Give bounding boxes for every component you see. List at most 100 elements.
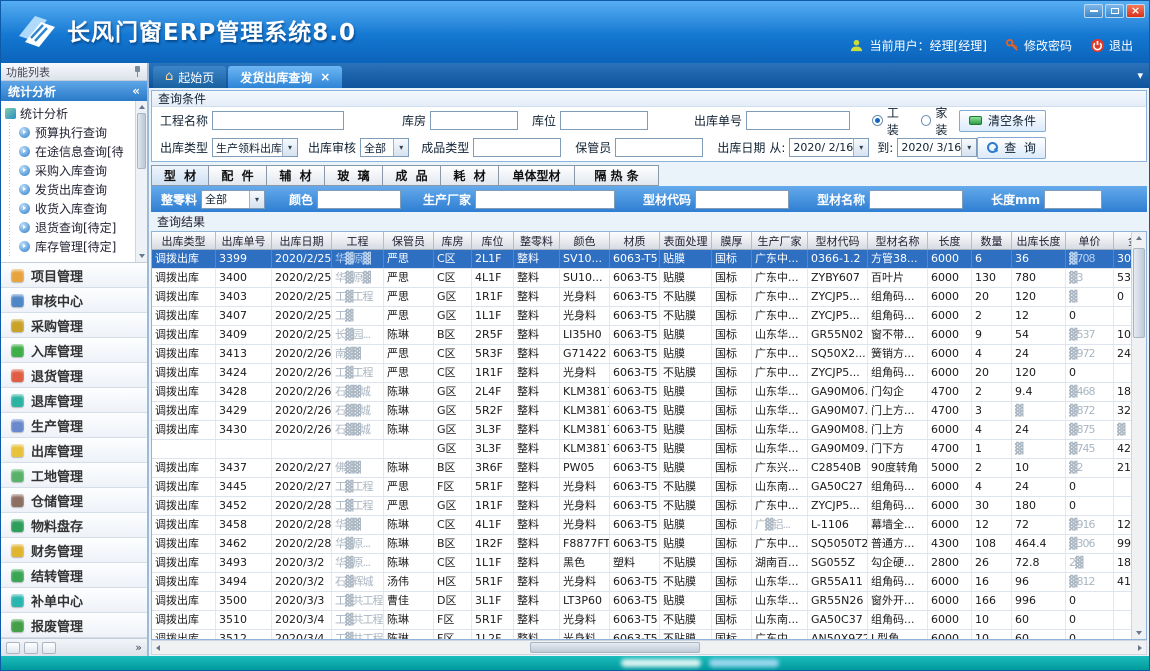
order-no-input[interactable] <box>746 111 850 130</box>
tab-start-page[interactable]: ⌂ 起始页 <box>153 66 226 88</box>
vertical-scrollbar[interactable] <box>1131 232 1146 639</box>
table-row[interactable]: 调拨出库34242020/2/26工▓工程严思C区1R1F整料光身料6063-T… <box>152 364 1131 383</box>
product-type-input[interactable] <box>473 138 561 157</box>
keeper-input[interactable] <box>615 138 703 157</box>
material-tab[interactable]: 玻 璃 <box>325 165 383 186</box>
clear-conditions-button[interactable]: 清空条件 <box>959 110 1046 132</box>
material-tab[interactable]: 耗 材 <box>441 165 499 186</box>
column-header[interactable]: 出库日期 <box>272 232 332 249</box>
audit-select[interactable]: 全部 ▾ <box>360 138 409 157</box>
footer-tool-button-2[interactable] <box>24 642 38 654</box>
column-header[interactable]: 工程 <box>332 232 384 249</box>
footer-tool-button-1[interactable] <box>6 642 20 654</box>
footer-tool-button-3[interactable] <box>42 642 56 654</box>
tree-item[interactable]: 收货入库查询 <box>19 199 135 218</box>
table-row[interactable]: 调拨出库34072020/2/25工▓严思G区1L1F整料光身料6063-T5不… <box>152 307 1131 326</box>
column-header[interactable]: 数量 <box>972 232 1012 249</box>
table-row[interactable]: 调拨出库34372020/2/27佛▓▓陈琳B区3R6F整料PW056063-T… <box>152 459 1131 478</box>
table-row[interactable]: 调拨出库34282020/2/26石▓▓城陈琳G区2L4F整料KLM381760… <box>152 383 1131 402</box>
warehouse-input[interactable] <box>430 111 518 130</box>
column-header[interactable]: 保管员 <box>384 232 434 249</box>
out-type-select[interactable]: 生产领料出库 ▾ <box>212 138 298 157</box>
table-row[interactable]: G区3L3F整料KLM38176063-T5贴膜国标山东华...GA90M09.… <box>152 440 1131 459</box>
table-row[interactable]: 调拨出库34522020/2/28工▓工程严思G区1R1F整料光身料6063-T… <box>152 497 1131 516</box>
date-from-picker[interactable]: 2020/ 2/16 ▾ <box>789 138 869 157</box>
column-header[interactable]: 库房 <box>434 232 472 249</box>
table-row[interactable]: 调拨出库34292020/2/26石▓▓城陈琳G区5R2F整料KLM381760… <box>152 402 1131 421</box>
footer-more-icon[interactable]: » <box>135 641 142 654</box>
sidebar-menu-item[interactable]: 入库管理 <box>1 338 147 363</box>
sidebar-menu-item[interactable]: 审核中心 <box>1 288 147 313</box>
sidebar-menu-item[interactable]: 仓储管理 <box>1 488 147 513</box>
sidebar-menu-item[interactable]: 结转管理 <box>1 563 147 588</box>
sidebar-menu-item[interactable]: 财务管理 <box>1 538 147 563</box>
material-tab[interactable]: 辅 材 <box>267 165 325 186</box>
table-row[interactable]: 调拨出库34032020/2/25工▓工程严思G区1R1F整料光身料6063-T… <box>152 288 1131 307</box>
column-header[interactable]: 单价 <box>1066 232 1114 249</box>
tree-scrollbar[interactable] <box>135 101 147 262</box>
tree-item[interactable]: 库存管理[待定] <box>19 237 135 256</box>
column-header[interactable]: 整零料 <box>514 232 560 249</box>
table-row[interactable]: 调拨出库34452020/2/27工▓工程严思F区5R1F整料光身料6063-T… <box>152 478 1131 497</box>
change-password-button[interactable]: 修改密码 <box>1005 37 1072 54</box>
sidebar-menu-item[interactable]: 退货管理 <box>1 363 147 388</box>
tree-item[interactable]: 退货查询[待定] <box>19 218 135 237</box>
material-tab[interactable]: 配 件 <box>209 165 267 186</box>
location-input[interactable] <box>560 111 648 130</box>
profile-name-input[interactable] <box>869 190 963 209</box>
tree-item[interactable]: 发货出库查询 <box>19 180 135 199</box>
table-row[interactable]: 调拨出库35102020/3/4工▓共工程陈琳F区5R1F整料光身料6063-T… <box>152 611 1131 630</box>
gongzhuang-radio[interactable] <box>872 115 883 126</box>
chevron-down-icon[interactable]: ▾ <box>961 139 976 156</box>
table-row[interactable]: 调拨出库35002020/3/3工▓共工程曹佳D区3L1F整料LT3P60606… <box>152 592 1131 611</box>
chevron-down-icon[interactable]: ▾ <box>393 139 408 156</box>
date-to-picker[interactable]: 2020/ 3/16 ▾ <box>897 138 977 157</box>
sidebar-menu-item[interactable]: 退库管理 <box>1 388 147 413</box>
column-header[interactable]: 颜色 <box>560 232 610 249</box>
column-header[interactable]: 长度 <box>928 232 972 249</box>
maximize-button[interactable] <box>1105 4 1124 18</box>
sidebar-menu-item[interactable]: 项目管理 <box>1 263 147 288</box>
column-header[interactable]: 库位 <box>472 232 514 249</box>
jiazhuang-radio[interactable] <box>921 115 932 126</box>
chevron-down-icon[interactable]: ▾ <box>249 191 264 208</box>
material-tab[interactable]: 单体型材 <box>499 165 575 186</box>
sidebar-menu-item[interactable]: 报废管理 <box>1 613 147 638</box>
whole-scrap-select[interactable]: 全部 ▾ <box>201 190 265 209</box>
table-row[interactable]: 调拨出库34092020/2/25长▓园...陈琳B区2R5F整料LI35H06… <box>152 326 1131 345</box>
tree-item[interactable]: 采购入库查询 <box>19 161 135 180</box>
tree-scroll-thumb[interactable] <box>137 113 146 169</box>
table-row[interactable]: 调拨出库34002020/2/25华▓原▓严思C区4L1F整料SU10...60… <box>152 269 1131 288</box>
column-header[interactable]: 材质 <box>610 232 660 249</box>
color-input[interactable] <box>317 190 401 209</box>
manufacturer-input[interactable] <box>475 190 615 209</box>
minimize-button[interactable] <box>1084 4 1103 18</box>
search-button[interactable]: 查 询 <box>977 137 1046 159</box>
sidebar-menu-item[interactable]: 补单中心 <box>1 588 147 613</box>
table-row[interactable]: 调拨出库34932020/3/2华▓原...陈琳C区1L1F整料黑色塑料不贴膜国… <box>152 554 1131 573</box>
table-row[interactable]: 调拨出库33992020/2/25华▓原▓严思C区2L1F整料SV10...60… <box>152 250 1131 269</box>
column-header[interactable]: 型材名称 <box>868 232 928 249</box>
column-header[interactable]: 出库长度 <box>1012 232 1066 249</box>
column-header[interactable]: 膜厚 <box>712 232 752 249</box>
material-tab[interactable]: 型 材 <box>151 165 209 186</box>
material-tab[interactable]: 成 品 <box>383 165 441 186</box>
sidebar-menu-item[interactable]: 工地管理 <box>1 463 147 488</box>
table-row[interactable]: 调拨出库34622020/2/28华▓原...陈琳B区1R2F整料F8877FT… <box>152 535 1131 554</box>
chevron-down-icon[interactable]: ▾ <box>282 139 297 156</box>
table-row[interactable]: 调拨出库35122020/3/4工▓共工程陈琳F区1L2F整料光身料6063-T… <box>152 630 1131 639</box>
horizontal-scrollbar[interactable] <box>151 640 1147 655</box>
chevron-down-icon[interactable]: ▾ <box>853 139 868 156</box>
project-name-input[interactable] <box>212 111 344 130</box>
profile-code-input[interactable] <box>695 190 789 209</box>
column-header[interactable]: 生产厂家 <box>752 232 808 249</box>
vertical-scroll-thumb[interactable] <box>1133 248 1145 338</box>
column-header[interactable]: 型材代码 <box>808 232 868 249</box>
tab-shipping-outbound-query[interactable]: 发货出库查询 × <box>228 66 342 88</box>
sidebar-menu-item[interactable]: 出库管理 <box>1 438 147 463</box>
tab-overflow-icon[interactable]: ▾ <box>1137 69 1143 82</box>
collapse-icon[interactable]: « <box>132 84 140 98</box>
sidebar-menu-item[interactable]: 采购管理 <box>1 313 147 338</box>
close-button[interactable]: × <box>1126 4 1145 18</box>
tree-item[interactable]: 预算执行查询 <box>19 123 135 142</box>
